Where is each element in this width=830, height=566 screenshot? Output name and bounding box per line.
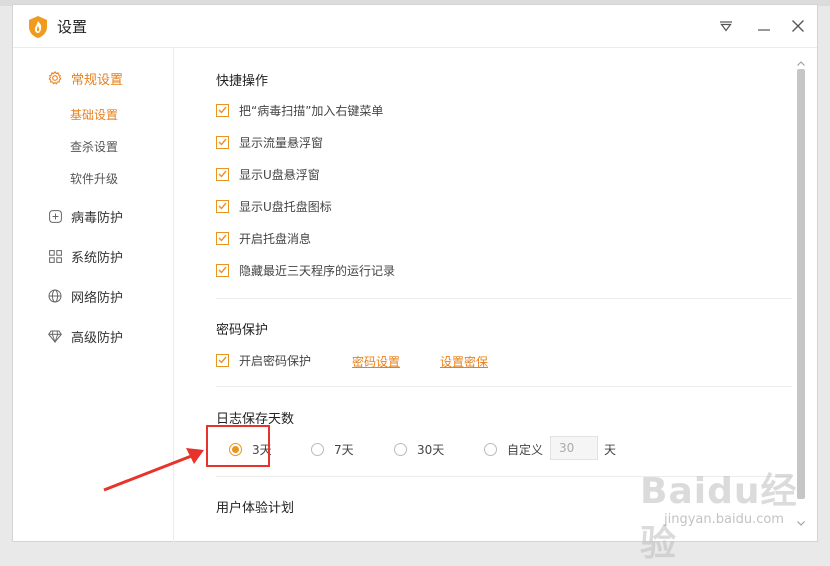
- checkbox[interactable]: [216, 103, 229, 117]
- option-label: 把“病毒扫描”加入右键菜单: [239, 103, 384, 118]
- security-question-link[interactable]: 设置密保: [440, 353, 488, 370]
- radio-log-30-days[interactable]: 30天: [394, 440, 444, 458]
- option-label: 显示流量悬浮窗: [239, 135, 324, 150]
- option-hide-recent-records[interactable]: 隐藏最近三天程序的运行记录: [216, 262, 395, 278]
- watermark-url: jingyan.baidu.com: [664, 512, 784, 527]
- checkbox[interactable]: [216, 231, 229, 245]
- option-label: 开启密码保护: [239, 353, 312, 368]
- gear-icon: [47, 70, 63, 86]
- radio-log-custom[interactable]: 自定义: [484, 440, 543, 458]
- checkmark-icon: [218, 106, 227, 114]
- sidebar-item-label: 病毒防护: [71, 210, 124, 226]
- option-label: 开启托盘消息: [239, 231, 312, 246]
- checkbox[interactable]: [216, 167, 229, 181]
- radio-button[interactable]: [484, 442, 497, 456]
- minimize-button[interactable]: [751, 13, 777, 39]
- triangle-down-icon: [720, 21, 732, 32]
- grid-icon: [47, 248, 63, 264]
- plus-square-icon: [47, 208, 63, 224]
- section-title-password: 密码保护: [216, 323, 269, 338]
- checkbox[interactable]: [216, 135, 229, 149]
- checkbox[interactable]: [216, 263, 229, 277]
- chevron-up-icon: [797, 60, 805, 66]
- checkbox[interactable]: [216, 199, 229, 213]
- option-label: 隐藏最近三天程序的运行记录: [239, 263, 396, 278]
- scrollbar-thumb[interactable]: [797, 69, 805, 499]
- checkmark-icon: [218, 234, 227, 242]
- window-title: 设置: [57, 18, 88, 36]
- diamond-icon: [47, 328, 63, 344]
- radio-label: 7天: [334, 442, 354, 457]
- option-usb-tray-icon[interactable]: 显示U盘托盘图标: [216, 198, 332, 214]
- section-title-experience: 用户体验计划: [216, 501, 295, 516]
- vertical-scrollbar[interactable]: [795, 59, 807, 529]
- option-enable-password[interactable]: 开启密码保护: [216, 352, 311, 368]
- checkmark-icon: [218, 266, 227, 274]
- option-usb-float[interactable]: 显示U盘悬浮窗: [216, 166, 320, 182]
- sidebar-item-network-protection[interactable]: 网络防护: [47, 286, 123, 306]
- radio-log-7-days[interactable]: 7天: [311, 440, 354, 458]
- radio-button[interactable]: [311, 442, 324, 456]
- scroll-up-arrow[interactable]: [796, 59, 806, 67]
- checkbox[interactable]: [216, 353, 229, 367]
- option-label: 显示U盘托盘图标: [239, 199, 332, 214]
- option-tray-messages[interactable]: 开启托盘消息: [216, 230, 311, 246]
- annotation-arrow-icon: [103, 448, 204, 492]
- sidebar-item-general[interactable]: 常规设置: [47, 68, 123, 88]
- sidebar-item-advanced-protection[interactable]: 高级防护: [47, 326, 123, 346]
- checkmark-icon: [218, 202, 227, 210]
- sidebar-item-label: 常规设置: [71, 72, 124, 88]
- menu-dropdown-button[interactable]: [713, 13, 739, 39]
- shield-logo-icon: [29, 16, 47, 38]
- close-button[interactable]: [785, 13, 811, 39]
- sidebar-item-label: 网络防护: [71, 290, 124, 306]
- sidebar-subitem-basic[interactable]: 基础设置: [70, 106, 118, 123]
- option-add-context-menu[interactable]: 把“病毒扫描”加入右键菜单: [216, 102, 383, 118]
- radio-label: 30天: [417, 442, 445, 457]
- checkmark-icon: [218, 138, 227, 146]
- sidebar-item-label: 系统防护: [71, 250, 124, 266]
- title-bar: 设置: [13, 5, 817, 48]
- sidebar-item-system-protection[interactable]: 系统防护: [47, 246, 123, 266]
- checkmark-icon: [218, 356, 227, 364]
- close-icon: [792, 20, 804, 32]
- custom-days-input[interactable]: 30: [550, 436, 598, 460]
- section-divider: [216, 298, 792, 299]
- checkmark-icon: [218, 170, 227, 178]
- password-settings-link[interactable]: 密码设置: [352, 353, 400, 370]
- option-traffic-float[interactable]: 显示流量悬浮窗: [216, 134, 323, 150]
- section-divider: [216, 386, 792, 387]
- sidebar-item-label: 高级防护: [71, 330, 124, 346]
- sidebar-subitem-scan[interactable]: 查杀设置: [70, 138, 118, 155]
- minimize-icon: [758, 29, 770, 31]
- globe-icon: [47, 288, 63, 304]
- custom-days-unit: 天: [604, 443, 617, 457]
- radio-label: 自定义: [507, 442, 544, 457]
- option-label: 显示U盘悬浮窗: [239, 167, 320, 182]
- sidebar-item-virus-protection[interactable]: 病毒防护: [47, 206, 123, 226]
- watermark: Baidu经验 jingyan.baidu.com: [640, 462, 820, 564]
- sidebar-subitem-update[interactable]: 软件升级: [70, 170, 118, 187]
- section-title-quick: 快捷操作: [216, 74, 269, 89]
- radio-button[interactable]: [394, 442, 407, 456]
